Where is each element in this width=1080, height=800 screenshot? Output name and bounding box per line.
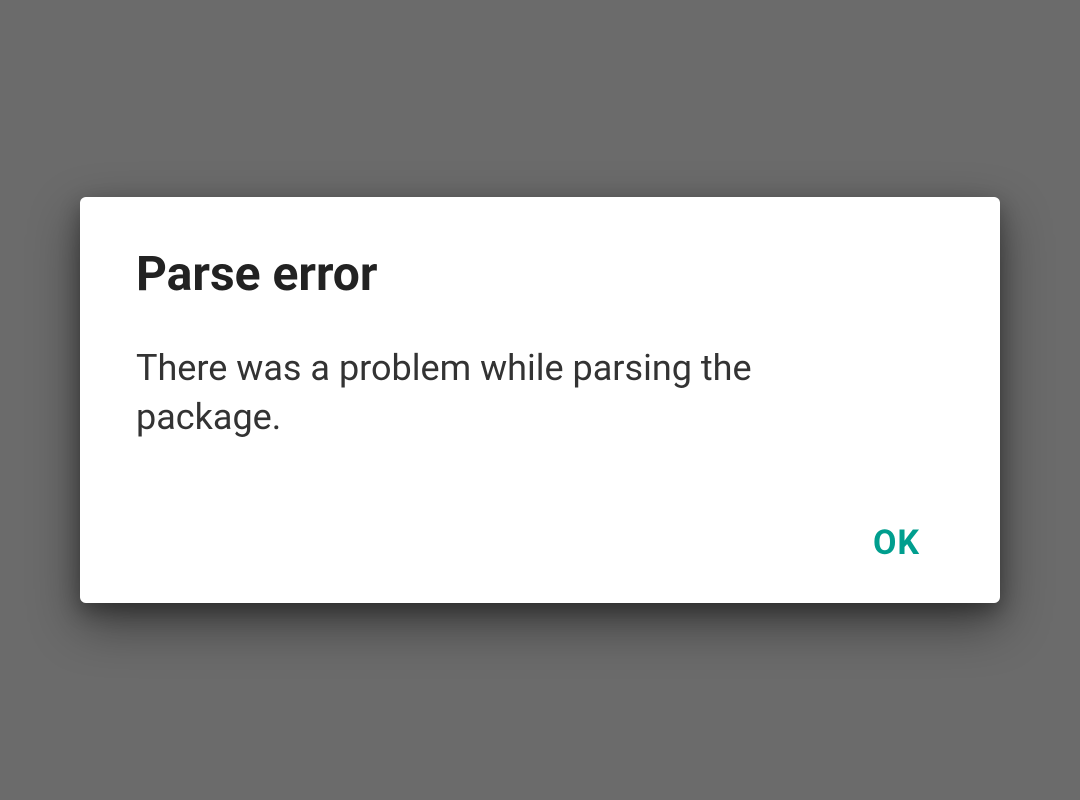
ok-button[interactable]: OK	[849, 513, 944, 573]
dialog-message: There was a problem while parsing the pa…	[136, 344, 896, 441]
dialog-title: Parse error	[136, 245, 944, 302]
parse-error-dialog: Parse error There was a problem while pa…	[80, 197, 1000, 603]
dialog-actions: OK	[136, 513, 944, 573]
